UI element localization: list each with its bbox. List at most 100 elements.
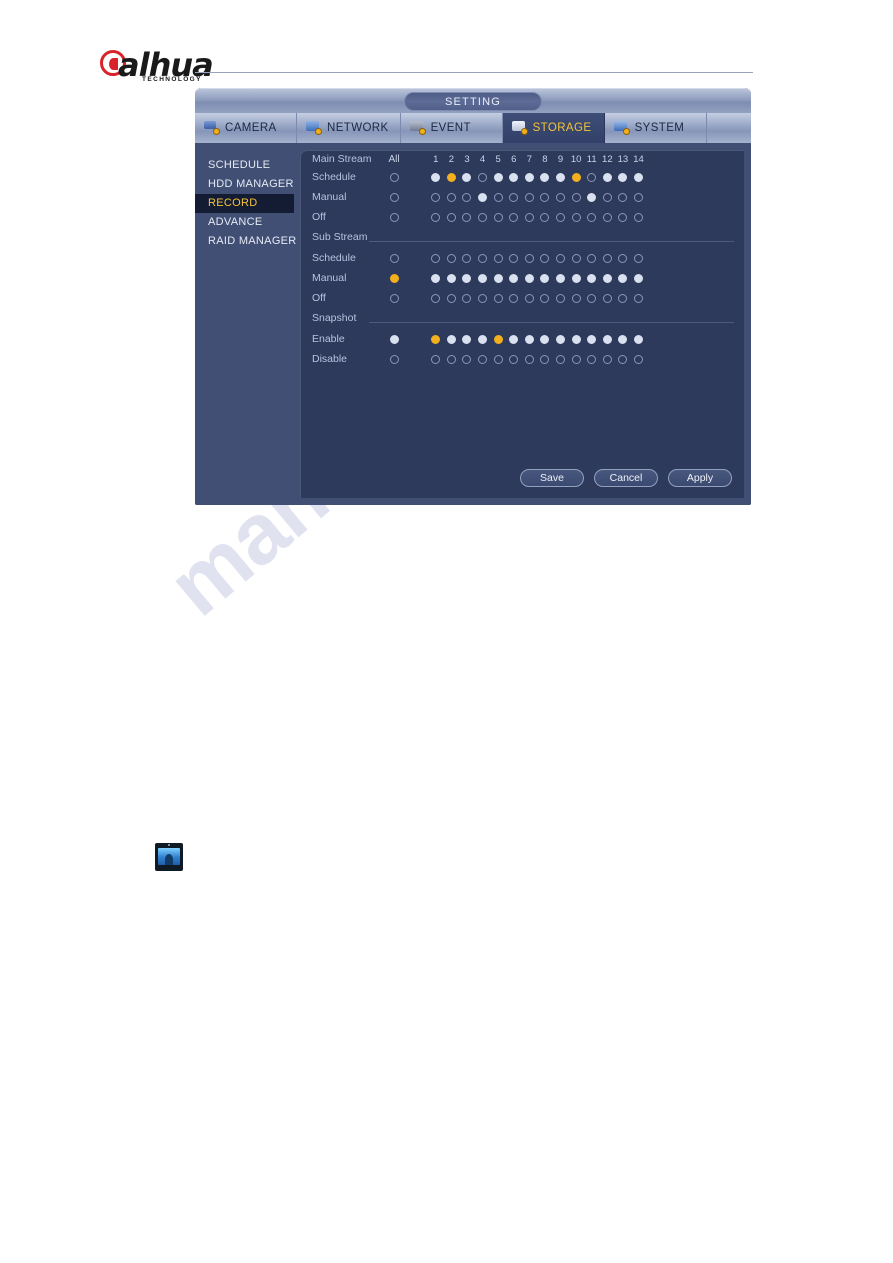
- radio-snapshot-enable-ch14[interactable]: [634, 334, 644, 344]
- tab-network[interactable]: NETWORK: [297, 113, 401, 143]
- radio-main-stream-off-ch7[interactable]: [524, 212, 534, 222]
- radio-main-stream-off-ch11[interactable]: [587, 212, 597, 222]
- tab-storage[interactable]: STORAGE: [502, 113, 605, 143]
- radio-snapshot-enable-ch10[interactable]: [571, 334, 581, 344]
- radio-sub-stream-schedule-all[interactable]: [389, 253, 399, 263]
- radio-main-stream-manual-ch5[interactable]: [493, 192, 503, 202]
- radio-sub-stream-manual-ch4[interactable]: [478, 273, 488, 283]
- radio-main-stream-off-ch6[interactable]: [509, 212, 519, 222]
- radio-sub-stream-manual-ch3[interactable]: [462, 273, 472, 283]
- radio-snapshot-enable-ch2[interactable]: [446, 334, 456, 344]
- radio-snapshot-enable-ch8[interactable]: [540, 334, 550, 344]
- radio-main-stream-schedule-ch12[interactable]: [602, 172, 612, 182]
- radio-main-stream-off-ch4[interactable]: [478, 212, 488, 222]
- radio-sub-stream-schedule-ch11[interactable]: [587, 253, 597, 263]
- radio-sub-stream-schedule-ch5[interactable]: [493, 253, 503, 263]
- radio-main-stream-manual-ch2[interactable]: [446, 192, 456, 202]
- radio-sub-stream-manual-ch6[interactable]: [509, 273, 519, 283]
- radio-sub-stream-manual-ch2[interactable]: [446, 273, 456, 283]
- radio-sub-stream-manual-ch5[interactable]: [493, 273, 503, 283]
- radio-sub-stream-off-ch5[interactable]: [493, 293, 503, 303]
- radio-snapshot-enable-ch3[interactable]: [462, 334, 472, 344]
- radio-main-stream-off-ch5[interactable]: [493, 212, 503, 222]
- radio-main-stream-off-ch8[interactable]: [540, 212, 550, 222]
- radio-main-stream-off-ch13[interactable]: [618, 212, 628, 222]
- radio-snapshot-disable-ch6[interactable]: [509, 354, 519, 364]
- radio-snapshot-disable-ch13[interactable]: [618, 354, 628, 364]
- radio-main-stream-manual-ch13[interactable]: [618, 192, 628, 202]
- radio-sub-stream-off-ch4[interactable]: [478, 293, 488, 303]
- radio-sub-stream-off-ch11[interactable]: [587, 293, 597, 303]
- radio-snapshot-enable-all[interactable]: [389, 334, 399, 344]
- radio-sub-stream-manual-ch7[interactable]: [524, 273, 534, 283]
- radio-snapshot-disable-ch1[interactable]: [431, 354, 441, 364]
- radio-main-stream-schedule-ch3[interactable]: [462, 172, 472, 182]
- radio-main-stream-schedule-ch7[interactable]: [524, 172, 534, 182]
- radio-sub-stream-off-ch6[interactable]: [509, 293, 519, 303]
- radio-main-stream-manual-ch9[interactable]: [556, 192, 566, 202]
- radio-main-stream-manual-ch6[interactable]: [509, 192, 519, 202]
- tab-system[interactable]: SYSTEM: [605, 113, 707, 143]
- radio-sub-stream-schedule-ch9[interactable]: [556, 253, 566, 263]
- radio-sub-stream-manual-ch11[interactable]: [587, 273, 597, 283]
- radio-snapshot-enable-ch11[interactable]: [587, 334, 597, 344]
- radio-snapshot-enable-ch9[interactable]: [556, 334, 566, 344]
- radio-sub-stream-manual-ch1[interactable]: [431, 273, 441, 283]
- radio-snapshot-disable-ch3[interactable]: [462, 354, 472, 364]
- radio-sub-stream-off-ch12[interactable]: [602, 293, 612, 303]
- radio-main-stream-off-all[interactable]: [389, 212, 399, 222]
- radio-main-stream-manual-ch7[interactable]: [524, 192, 534, 202]
- radio-main-stream-manual-ch4[interactable]: [478, 192, 488, 202]
- radio-sub-stream-schedule-ch4[interactable]: [478, 253, 488, 263]
- radio-main-stream-manual-ch3[interactable]: [462, 192, 472, 202]
- radio-sub-stream-off-ch13[interactable]: [618, 293, 628, 303]
- radio-main-stream-off-ch14[interactable]: [634, 212, 644, 222]
- sidebar-item-hdd-manager[interactable]: HDD MANAGER: [195, 175, 300, 194]
- radio-sub-stream-schedule-ch2[interactable]: [446, 253, 456, 263]
- radio-snapshot-disable-ch12[interactable]: [602, 354, 612, 364]
- radio-sub-stream-schedule-ch6[interactable]: [509, 253, 519, 263]
- radio-main-stream-manual-ch12[interactable]: [602, 192, 612, 202]
- radio-snapshot-enable-ch12[interactable]: [602, 334, 612, 344]
- radio-main-stream-schedule-ch4[interactable]: [478, 172, 488, 182]
- radio-snapshot-enable-ch1[interactable]: [431, 334, 441, 344]
- tab-camera[interactable]: CAMERA: [195, 113, 297, 143]
- radio-main-stream-schedule-ch6[interactable]: [509, 172, 519, 182]
- sidebar-item-raid-manager[interactable]: RAID MANAGER: [195, 232, 300, 251]
- radio-sub-stream-off-ch8[interactable]: [540, 293, 550, 303]
- radio-sub-stream-off-ch1[interactable]: [431, 293, 441, 303]
- radio-main-stream-off-ch1[interactable]: [431, 212, 441, 222]
- radio-sub-stream-schedule-ch1[interactable]: [431, 253, 441, 263]
- radio-snapshot-disable-ch10[interactable]: [571, 354, 581, 364]
- radio-sub-stream-manual-ch13[interactable]: [618, 273, 628, 283]
- radio-main-stream-schedule-ch9[interactable]: [556, 172, 566, 182]
- radio-main-stream-schedule-ch8[interactable]: [540, 172, 550, 182]
- radio-main-stream-schedule-ch1[interactable]: [431, 172, 441, 182]
- radio-snapshot-disable-ch8[interactable]: [540, 354, 550, 364]
- radio-main-stream-schedule-ch5[interactable]: [493, 172, 503, 182]
- tab-event[interactable]: EVENT: [401, 113, 503, 143]
- apply-button[interactable]: Apply: [668, 469, 732, 487]
- radio-snapshot-enable-ch13[interactable]: [618, 334, 628, 344]
- radio-main-stream-schedule-ch2[interactable]: [446, 172, 456, 182]
- radio-sub-stream-schedule-ch7[interactable]: [524, 253, 534, 263]
- radio-main-stream-schedule-ch13[interactable]: [618, 172, 628, 182]
- radio-sub-stream-off-ch3[interactable]: [462, 293, 472, 303]
- radio-sub-stream-off-ch2[interactable]: [446, 293, 456, 303]
- radio-snapshot-disable-ch9[interactable]: [556, 354, 566, 364]
- radio-sub-stream-schedule-ch8[interactable]: [540, 253, 550, 263]
- radio-main-stream-schedule-ch14[interactable]: [634, 172, 644, 182]
- radio-main-stream-off-ch12[interactable]: [602, 212, 612, 222]
- cancel-button[interactable]: Cancel: [594, 469, 658, 487]
- radio-main-stream-manual-ch8[interactable]: [540, 192, 550, 202]
- radio-snapshot-enable-ch4[interactable]: [478, 334, 488, 344]
- radio-sub-stream-manual-ch9[interactable]: [556, 273, 566, 283]
- radio-main-stream-off-ch10[interactable]: [571, 212, 581, 222]
- radio-main-stream-manual-ch14[interactable]: [634, 192, 644, 202]
- radio-sub-stream-manual-ch14[interactable]: [634, 273, 644, 283]
- radio-main-stream-manual-ch1[interactable]: [431, 192, 441, 202]
- radio-main-stream-manual-ch10[interactable]: [571, 192, 581, 202]
- radio-sub-stream-manual-ch12[interactable]: [602, 273, 612, 283]
- radio-sub-stream-schedule-ch13[interactable]: [618, 253, 628, 263]
- radio-snapshot-disable-ch14[interactable]: [634, 354, 644, 364]
